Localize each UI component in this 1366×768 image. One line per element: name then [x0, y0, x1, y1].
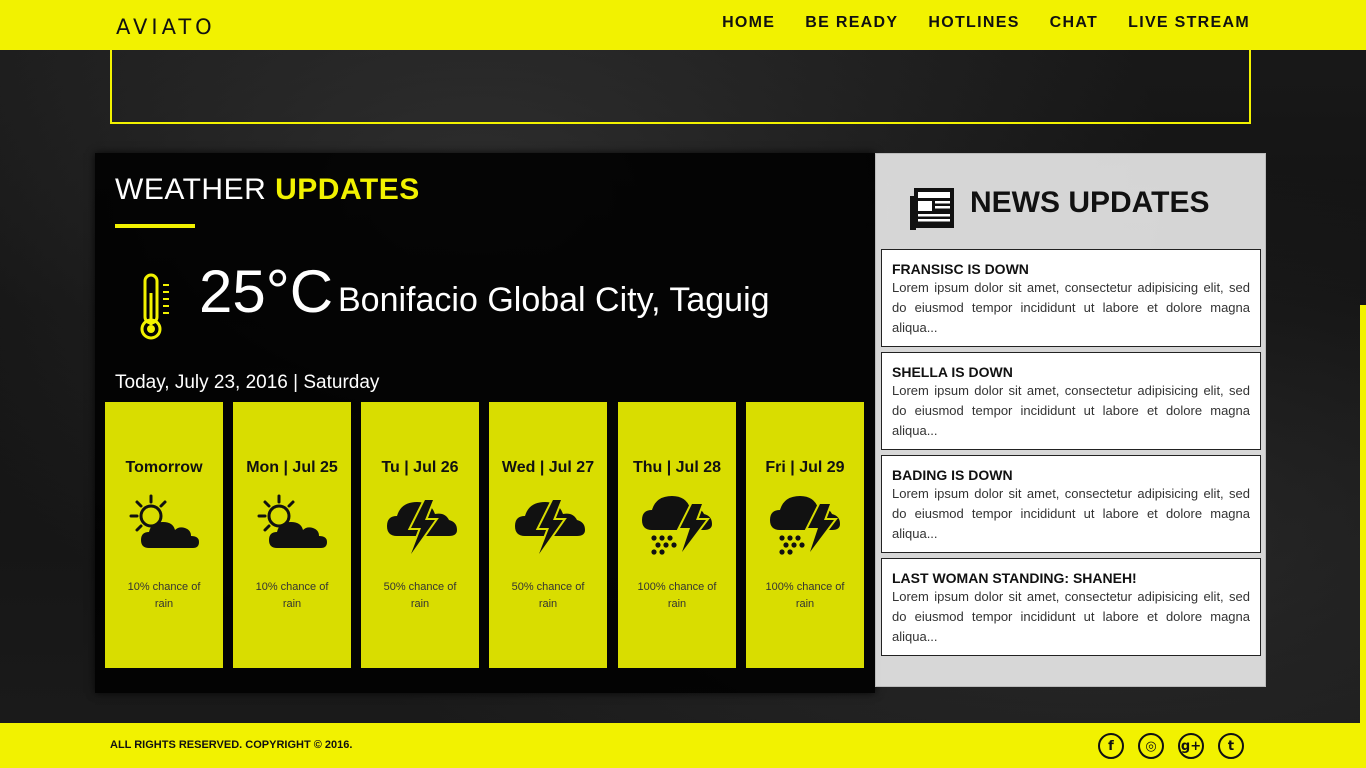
accent-stripe	[1360, 305, 1366, 725]
nav-home[interactable]: HOME	[722, 14, 775, 32]
forecast-card[interactable]: Wed | Jul 27 50% chance of rain	[489, 402, 607, 668]
forecast-card[interactable]: Thu | Jul 28 100% chance of rain	[618, 402, 736, 668]
google-plus-icon[interactable]: g+	[1178, 733, 1204, 759]
news-item[interactable]: BADING IS DOWN Lorem ipsum dolor sit ame…	[881, 455, 1261, 553]
news-item-body: Lorem ipsum dolor sit amet, consectetur …	[892, 383, 1250, 438]
forecast-cards: Tomorrow 10% chance of rain Mon | Jul 25	[105, 402, 865, 668]
thunder-rain-icon	[642, 496, 712, 555]
weather-title-light: WEATHER	[115, 173, 276, 206]
news-item-body: Lorem ipsum dolor sit amet, consectetur …	[892, 589, 1250, 644]
news-item-title: BADING IS DOWN	[892, 467, 1013, 483]
news-item[interactable]: SHELLA IS DOWN Lorem ipsum dolor sit ame…	[881, 352, 1261, 450]
title-underline	[115, 224, 195, 228]
rain-chance: 10% chance of rain	[127, 581, 201, 610]
rain-chance: 100% chance of rain	[637, 581, 717, 610]
news-item-body: Lorem ipsum dolor sit amet, consectetur …	[892, 280, 1250, 335]
forecast-card[interactable]: Tu | Jul 26 50% chance of rain	[361, 402, 479, 668]
footer: ALL RIGHTS RESERVED. COPYRIGHT © 2016. f…	[0, 723, 1366, 768]
nav-hotlines[interactable]: HOTLINES	[928, 14, 1019, 32]
newspaper-icon	[910, 188, 954, 230]
banner-frame	[110, 48, 1251, 124]
thunderstorm-icon	[515, 498, 585, 556]
forecast-day: Thu | Jul 28	[632, 459, 722, 476]
nav-chat[interactable]: CHAT	[1050, 14, 1098, 32]
news-item[interactable]: LAST WOMAN STANDING: SHANEH! Lorem ipsum…	[881, 558, 1261, 656]
weather-panel: WEATHER UPDATES 25°C Bonifacio Global Ci…	[95, 153, 875, 693]
forecast-card[interactable]: Tomorrow 10% chance of rain	[105, 402, 223, 668]
rain-chance: 10% chance of rain	[255, 581, 329, 610]
logo[interactable]: AVIATO	[116, 15, 216, 39]
news-title-light: NEWS	[970, 186, 1069, 219]
weather-title-bold: UPDATES	[275, 173, 420, 206]
forecast-day: Wed | Jul 27	[501, 459, 595, 476]
social-links: f ◎ g+ t	[1098, 733, 1244, 759]
weather-title: WEATHER UPDATES	[115, 173, 420, 207]
news-item-title: LAST WOMAN STANDING: SHANEH!	[892, 570, 1137, 586]
rain-chance: 50% chance of rain	[383, 581, 457, 610]
nav-be-ready[interactable]: BE READY	[805, 14, 898, 32]
partly-cloudy-icon	[257, 494, 327, 548]
thunderstorm-icon	[387, 498, 457, 556]
forecast-day: Fri | Jul 29	[765, 459, 845, 476]
forecast-day: Tu | Jul 26	[381, 459, 459, 476]
nav-live-stream[interactable]: LIVE STREAM	[1128, 14, 1250, 32]
partly-cloudy-icon	[129, 494, 199, 548]
main-nav: HOME BE READY HOTLINES CHAT LIVE STREAM	[722, 14, 1250, 32]
twitter-icon[interactable]: t	[1218, 733, 1244, 759]
news-item-body: Lorem ipsum dolor sit amet, consectetur …	[892, 486, 1250, 541]
news-title: NEWS UPDATES	[970, 186, 1209, 220]
news-item-title: FRANSISC IS DOWN	[892, 261, 1029, 277]
current-temperature: 25°C	[199, 258, 334, 325]
forecast-day: Tomorrow	[125, 459, 203, 476]
copyright-text: ALL RIGHTS RESERVED. COPYRIGHT © 2016.	[110, 739, 353, 751]
news-item[interactable]: FRANSISC IS DOWN Lorem ipsum dolor sit a…	[881, 249, 1261, 347]
today-date: Today, July 23, 2016 | Saturday	[115, 372, 380, 393]
thermometer-icon	[140, 273, 169, 340]
top-navbar: AVIATO HOME BE READY HOTLINES CHAT LIVE …	[0, 0, 1366, 50]
rain-chance: 100% chance of rain	[765, 581, 845, 610]
news-panel: NEWS UPDATES FRANSISC IS DOWN Lorem ipsu…	[875, 153, 1266, 687]
facebook-icon[interactable]: f	[1098, 733, 1124, 759]
forecast-card[interactable]: Mon | Jul 25 10% chance of rain	[233, 402, 351, 668]
forecast-day: Mon | Jul 25	[246, 459, 338, 476]
news-title-bold: UPDATES	[1068, 186, 1210, 219]
thunder-rain-icon	[770, 496, 840, 555]
location-name: Bonifacio Global City, Taguig	[338, 281, 770, 319]
news-item-title: SHELLA IS DOWN	[892, 364, 1013, 380]
forecast-card[interactable]: Fri | Jul 29 100% chance of rain	[746, 402, 864, 668]
rain-chance: 50% chance of rain	[511, 581, 585, 610]
dribbble-icon[interactable]: ◎	[1138, 733, 1164, 759]
